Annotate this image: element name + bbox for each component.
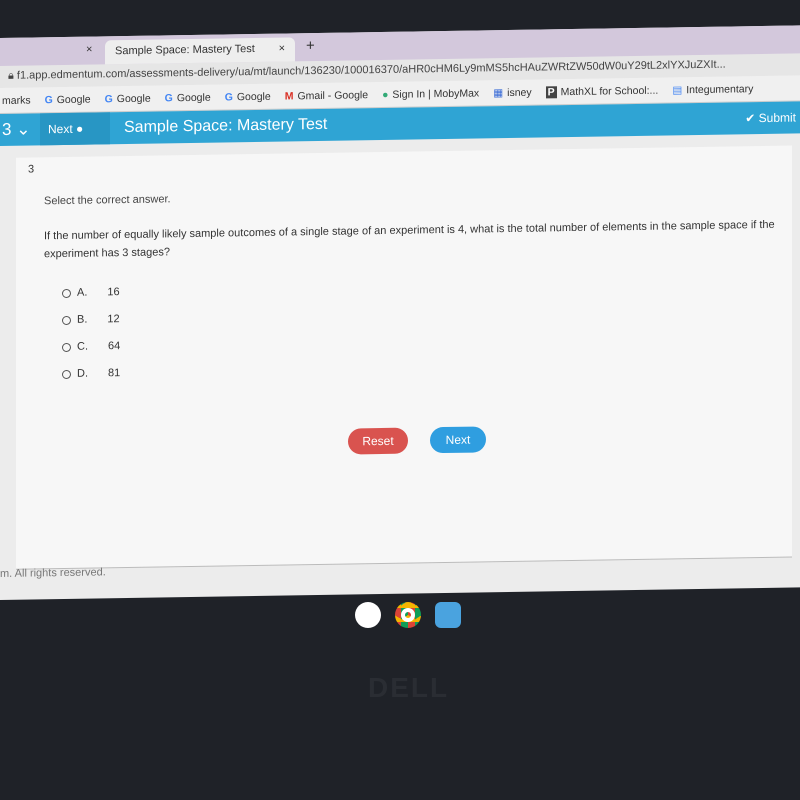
radio-button[interactable] bbox=[62, 315, 71, 325]
option-letter: D. bbox=[77, 367, 88, 380]
header-next-button[interactable]: Next ● bbox=[40, 112, 110, 146]
option-letter: B. bbox=[77, 313, 88, 326]
check-circle-icon: ✔ bbox=[745, 111, 756, 126]
browser-window: × Sample Space: Mastery Test × + 🔒︎ f1.ap… bbox=[0, 25, 800, 600]
option-d[interactable]: D. 81 bbox=[62, 367, 120, 380]
bookmark-mobymax[interactable]: ● Sign In | MobyMax bbox=[382, 87, 479, 101]
radio-button[interactable] bbox=[62, 369, 71, 379]
radio-button[interactable] bbox=[62, 342, 71, 352]
next-button[interactable]: Next bbox=[430, 426, 486, 454]
globe-icon: ● bbox=[382, 88, 389, 101]
submit-label: Submit bbox=[758, 110, 796, 126]
submit-button[interactable]: ✔ Submit bbox=[745, 110, 796, 125]
bookmark-label: Google bbox=[176, 91, 211, 104]
option-value: 16 bbox=[107, 286, 120, 299]
close-tab-icon[interactable]: × bbox=[86, 44, 92, 56]
footer-copyright: m. All rights reserved. bbox=[0, 566, 106, 580]
next-label: Next bbox=[48, 121, 73, 137]
option-b[interactable]: B. 12 bbox=[62, 313, 120, 326]
question-number-label: 3 bbox=[28, 163, 35, 176]
close-tab-icon[interactable]: × bbox=[279, 43, 285, 55]
question-panel: 3 Select the correct answer. If the numb… bbox=[16, 145, 792, 570]
bookmark-label: Google bbox=[56, 93, 91, 106]
question-selector[interactable]: 3 ⌄ bbox=[0, 119, 40, 140]
bookmark-isney[interactable]: ▦ isney bbox=[493, 86, 531, 99]
bookmark-google[interactable]: G Google bbox=[225, 90, 271, 103]
instruction: Select the correct answer. bbox=[44, 193, 171, 208]
taskbar bbox=[355, 602, 461, 628]
new-tab-icon[interactable]: + bbox=[306, 37, 315, 54]
reset-button[interactable]: Reset bbox=[348, 427, 408, 455]
option-a[interactable]: A. 16 bbox=[62, 286, 120, 299]
dell-logo: DELL bbox=[368, 672, 450, 703]
option-value: 81 bbox=[108, 367, 121, 380]
lock-icon: 🔒︎ bbox=[8, 69, 17, 82]
cloud-app-icon[interactable] bbox=[435, 602, 461, 628]
bookmark-gmail[interactable]: M Gmail - Google bbox=[285, 89, 368, 102]
tab-title: Sample Space: Mastery Test bbox=[115, 42, 255, 58]
option-c[interactable]: C. 64 bbox=[62, 340, 120, 353]
docs-icon: ▤ bbox=[672, 83, 683, 96]
arrow-circle-icon: ● bbox=[76, 121, 84, 136]
option-value: 64 bbox=[108, 340, 121, 353]
option-value: 12 bbox=[107, 313, 120, 326]
question-number: 3 bbox=[2, 119, 12, 139]
question-text: If the number of equally likely sample o… bbox=[44, 218, 775, 261]
page-title: Sample Space: Mastery Test bbox=[124, 115, 328, 137]
bookmark-google[interactable]: G Google bbox=[105, 92, 151, 105]
bookmark-google[interactable]: G Google bbox=[165, 91, 211, 104]
bookmark-label: Gmail - Google bbox=[297, 88, 369, 102]
bookmark-google[interactable]: G Google bbox=[45, 93, 91, 106]
bookmark-integumentary[interactable]: ▤ Integumentary bbox=[672, 83, 753, 96]
app-icon[interactable] bbox=[355, 602, 381, 628]
bookmark-label: Google bbox=[116, 92, 151, 105]
option-letter: A. bbox=[77, 286, 88, 299]
tab-active[interactable]: Sample Space: Mastery Test × bbox=[105, 37, 295, 65]
calendar-icon: ▦ bbox=[493, 86, 504, 99]
bookmark-item[interactable]: marks bbox=[2, 94, 31, 106]
bookmark-mathxl[interactable]: P MathXL for School:... bbox=[545, 84, 659, 98]
bookmark-label: isney bbox=[507, 86, 532, 99]
bookmark-label: Google bbox=[236, 90, 271, 103]
bookmark-label: MathXL for School:... bbox=[560, 84, 659, 98]
bookmark-label: Integumentary bbox=[686, 82, 754, 96]
bookmark-label: Sign In | MobyMax bbox=[392, 86, 480, 101]
chrome-icon[interactable] bbox=[395, 602, 421, 628]
option-letter: C. bbox=[77, 340, 88, 353]
radio-button[interactable] bbox=[62, 288, 71, 298]
